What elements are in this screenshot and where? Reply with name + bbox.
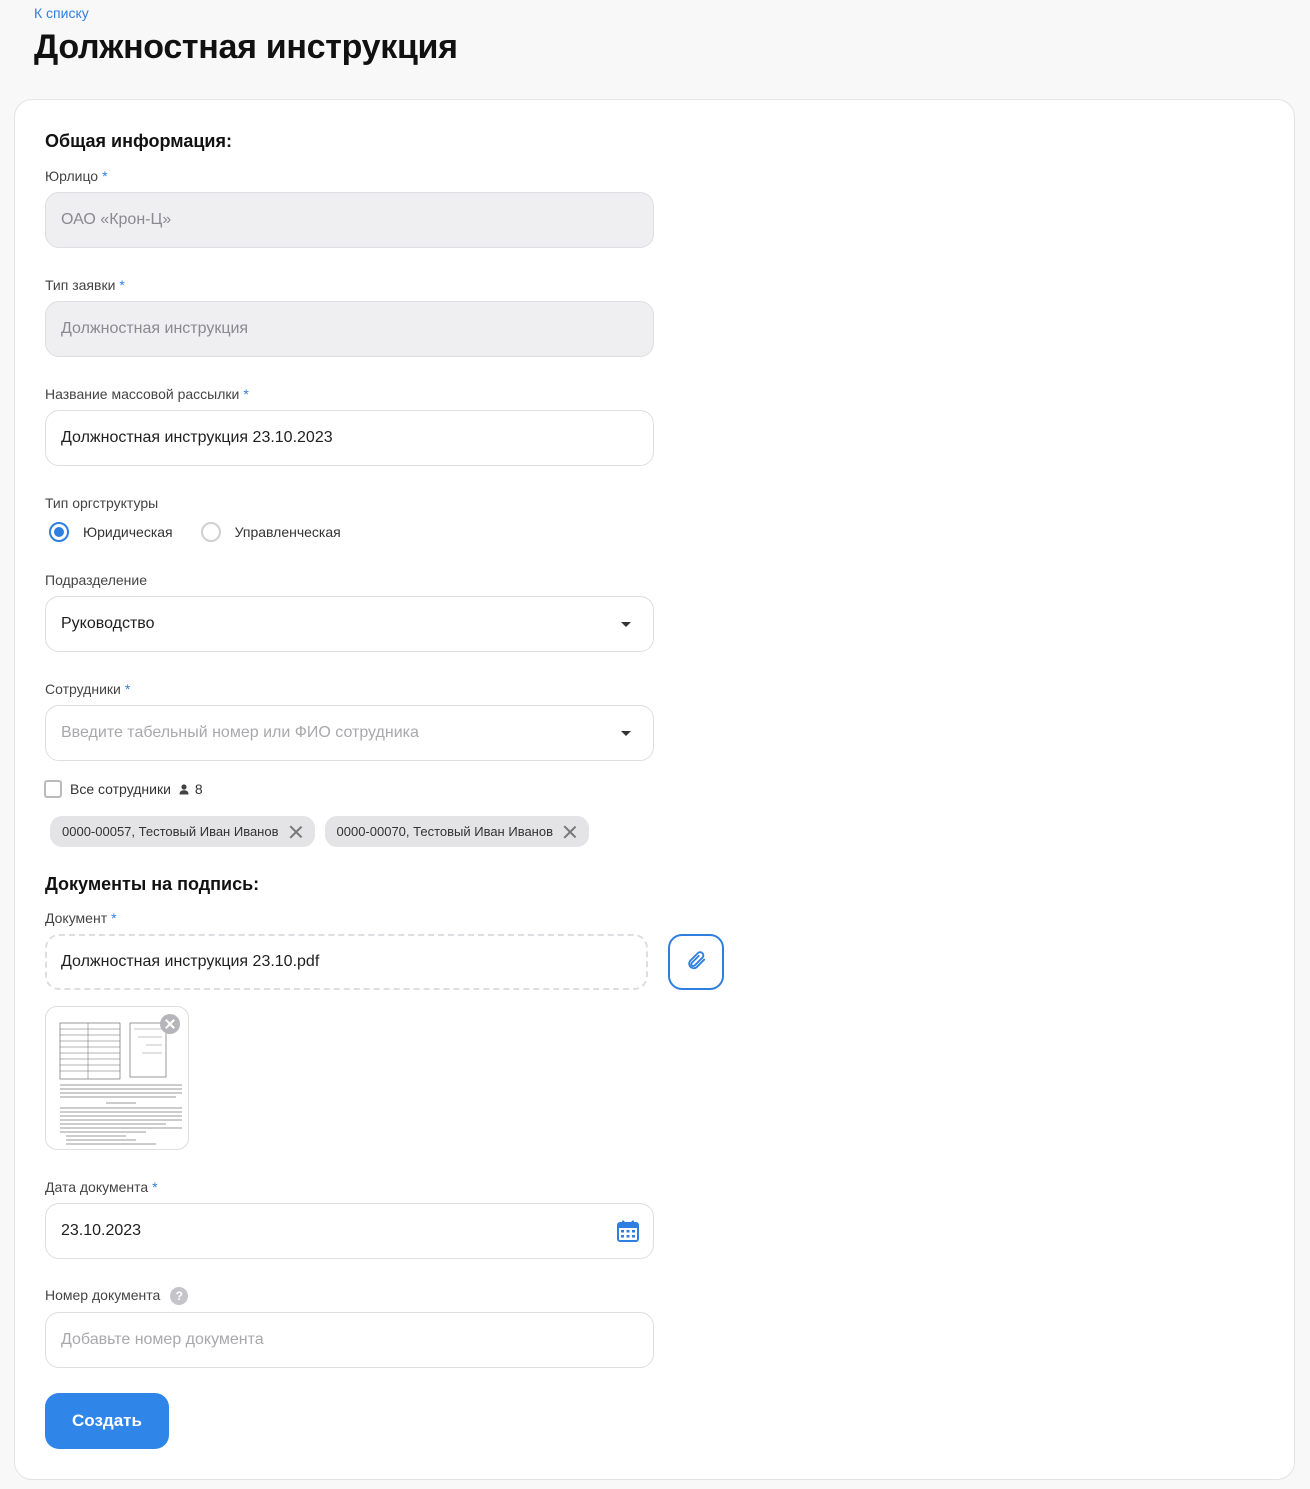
department-select[interactable]: Руководство <box>45 596 654 652</box>
employees-count: 8 <box>194 781 203 797</box>
form-card: Общая информация: Юрлицо * ОАО «Крон-Ц» Т… <box>14 99 1295 1480</box>
document-label: Документ * <box>45 910 117 926</box>
remove-document-close-icon[interactable] <box>160 1014 180 1034</box>
request-type-field: Должностная инструкция <box>45 301 654 357</box>
employees-search-select[interactable]: Введите табельный номер или ФИО сотрудни… <box>45 705 654 761</box>
caret-down-icon <box>621 622 631 627</box>
help-icon[interactable]: ? <box>170 1287 189 1306</box>
org-structure-label: Тип оргструктуры <box>45 495 159 511</box>
documents-section-title: Документы на подпись: <box>45 874 260 894</box>
employee-chip: 0000-00057, Тестовый Иван Иванов <box>50 816 315 847</box>
close-icon[interactable] <box>563 825 577 839</box>
document-dropzone[interactable]: Должностная инструкция 23.10.pdf <box>45 934 648 990</box>
document-number-input[interactable]: Добавьте номер документа <box>45 1312 654 1368</box>
general-section-title: Общая информация: <box>45 131 232 151</box>
request-type-label: Тип заявки * <box>45 277 125 293</box>
all-employees-checkbox[interactable] <box>44 780 62 798</box>
org-structure-option-legal[interactable]: Юридическая <box>49 522 173 542</box>
mailing-name-input[interactable]: Должностная инструкция 23.10.2023 <box>45 410 654 466</box>
caret-down-icon <box>621 731 631 736</box>
attach-file-button[interactable] <box>668 934 724 990</box>
create-button[interactable]: Создать <box>45 1393 169 1449</box>
department-label: Подразделение <box>45 572 148 588</box>
document-date-label: Дата документа * <box>45 1179 158 1195</box>
document-number-label: Номер документа? <box>45 1287 189 1306</box>
employee-chip: 0000-00070, Тестовый Иван Иванов <box>324 816 589 847</box>
mailing-name-label: Название массовой рассылки * <box>45 386 249 402</box>
page-title: Должностная инструкция <box>34 28 458 66</box>
all-employees-checkbox-row[interactable]: Все сотрудники 8 <box>44 780 203 798</box>
person-icon <box>179 783 189 795</box>
radio-selected[interactable] <box>49 522 69 542</box>
employees-label: Сотрудники * <box>45 681 131 697</box>
selected-employees-chips: 0000-00057, Тестовый Иван Иванов 0000-00… <box>50 816 589 847</box>
legal-entity-field: ОАО «Крон-Ц» <box>45 192 654 248</box>
org-structure-radio-group: Юридическая Управленческая <box>49 522 341 542</box>
legal-entity-label: Юрлицо * <box>45 168 108 184</box>
calendar-icon[interactable] <box>616 1219 640 1248</box>
paperclip-icon <box>685 949 707 976</box>
back-to-list-link[interactable]: К списку <box>34 5 89 21</box>
org-structure-option-management[interactable]: Управленческая <box>200 522 341 542</box>
radio-unselected[interactable] <box>200 522 221 542</box>
document-date-input[interactable]: 23.10.2023 <box>45 1203 654 1259</box>
close-icon[interactable] <box>289 825 303 839</box>
